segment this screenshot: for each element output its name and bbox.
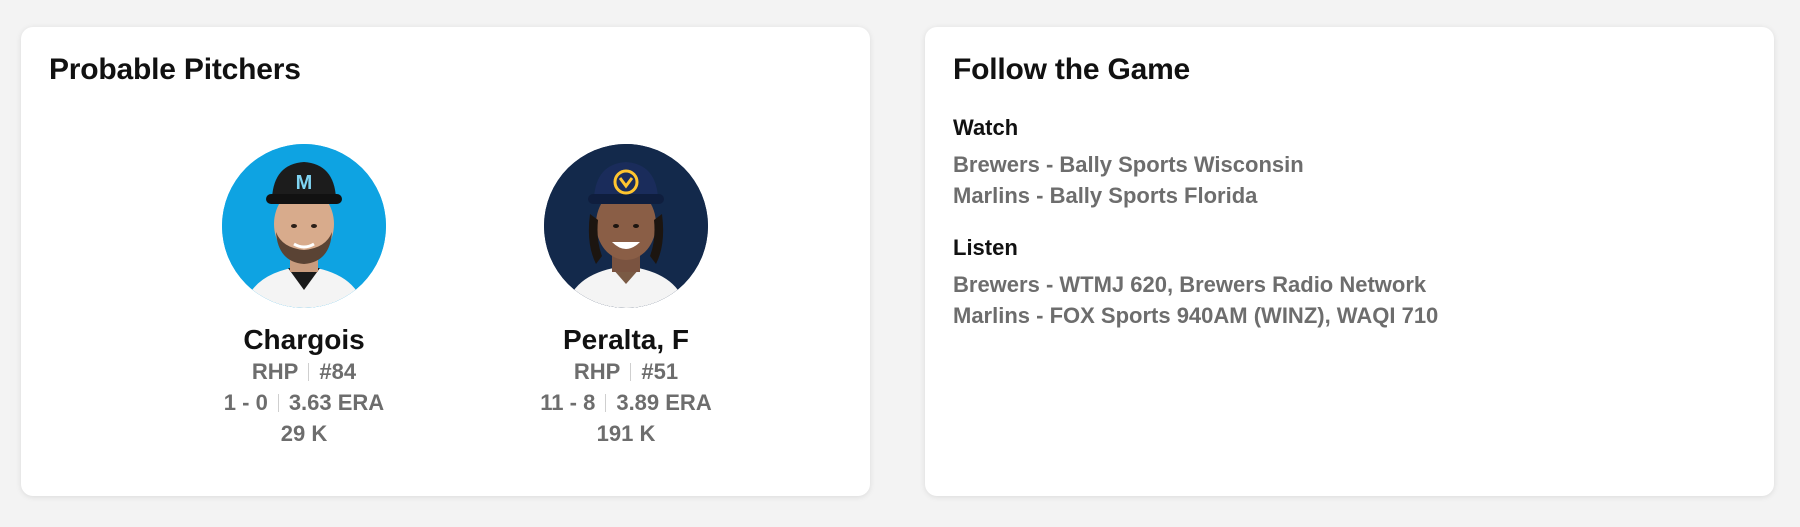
pitcher-era: 3.89 ERA bbox=[616, 390, 712, 415]
pitcher-headshot[interactable]: M bbox=[222, 144, 386, 308]
probable-pitchers-card: Probable Pitchers M Chargois RHP #84 1 -… bbox=[21, 27, 870, 496]
pitcher-strikeouts: 29 K bbox=[280, 421, 328, 446]
pitcher-name[interactable]: Peralta, F bbox=[506, 324, 746, 356]
probable-pitchers-title: Probable Pitchers bbox=[49, 53, 301, 86]
pitcher-record: 1 - 0 bbox=[223, 390, 268, 415]
svg-text:M: M bbox=[296, 172, 313, 194]
watch-line-marlins: Marlins - Bally Sports Florida bbox=[953, 183, 1258, 208]
divider bbox=[308, 363, 310, 381]
listen-line-marlins: Marlins - FOX Sports 940AM (WINZ), WAQI … bbox=[953, 303, 1439, 328]
pitcher-record-era: 1 - 0 3.63 ERA bbox=[184, 387, 424, 418]
divider bbox=[605, 394, 607, 412]
pitcher-number: #51 bbox=[641, 359, 679, 384]
pitcher-position-number: RHP #84 bbox=[184, 356, 424, 387]
follow-game-title: Follow the Game bbox=[953, 53, 1191, 86]
watch-heading: Watch bbox=[953, 115, 1019, 140]
pitcher-strikeouts: 191 K bbox=[596, 421, 656, 446]
pitcher-era: 3.63 ERA bbox=[288, 390, 385, 415]
divider bbox=[277, 394, 279, 412]
pitcher-throws: RHP bbox=[573, 359, 621, 384]
pitcher-name[interactable]: Chargois bbox=[184, 324, 424, 356]
player-photo-icon bbox=[544, 144, 708, 308]
pitcher-position-number: RHP #51 bbox=[506, 356, 746, 387]
pitcher-throws: RHP bbox=[251, 359, 299, 384]
pitcher-card-chargois[interactable]: M Chargois RHP #84 1 - 0 3.63 ERA 29 K bbox=[184, 144, 424, 449]
player-photo-icon: M bbox=[222, 144, 386, 308]
pitcher-headshot[interactable] bbox=[544, 144, 708, 308]
pitcher-number: #84 bbox=[319, 359, 357, 384]
pitcher-card-peralta[interactable]: Peralta, F RHP #51 11 - 8 3.89 ERA 191 K bbox=[506, 144, 746, 449]
pitcher-record-era: 11 - 8 3.89 ERA bbox=[506, 387, 746, 418]
pitcher-record: 11 - 8 bbox=[540, 390, 596, 415]
follow-game-card: Follow the Game Watch Brewers - Bally Sp… bbox=[925, 27, 1774, 496]
listen-line-brewers: Brewers - WTMJ 620, Brewers Radio Networ… bbox=[953, 272, 1427, 297]
watch-line-brewers: Brewers - Bally Sports Wisconsin bbox=[953, 152, 1304, 177]
divider bbox=[630, 363, 632, 381]
listen-heading: Listen bbox=[953, 235, 1018, 260]
